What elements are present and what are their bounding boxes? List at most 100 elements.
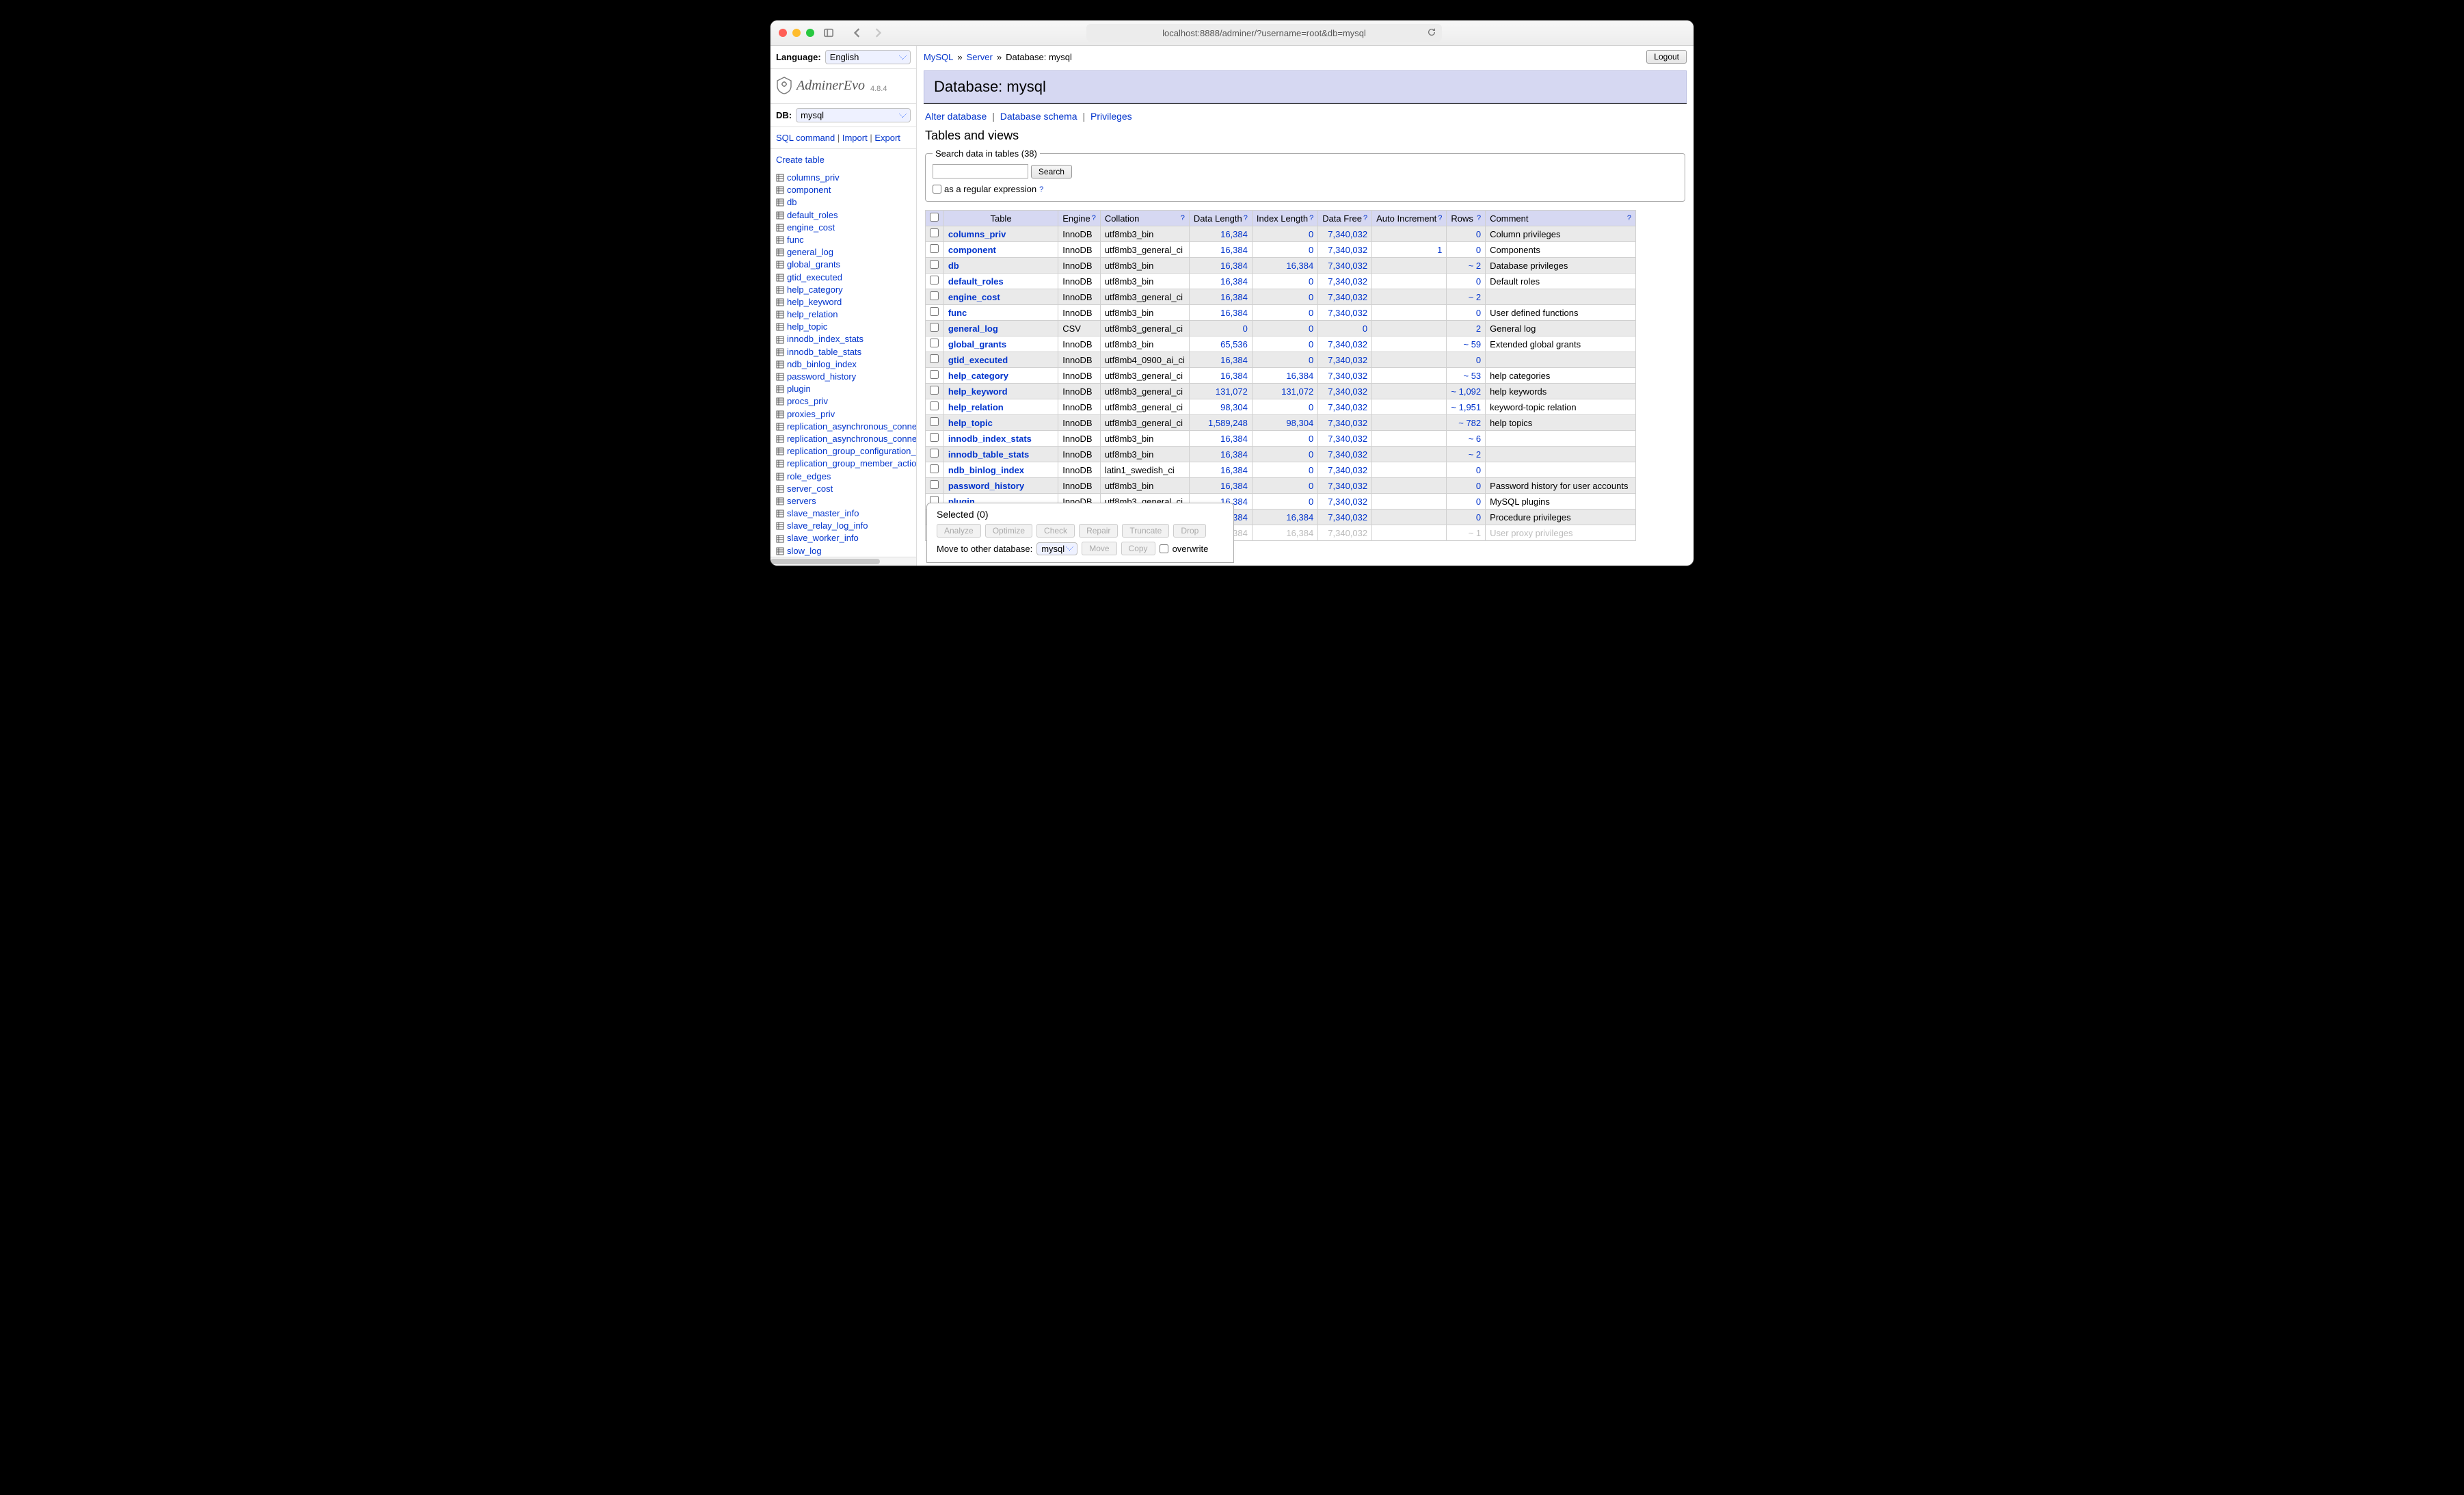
cell-rows[interactable]: ~ 1 [1447, 525, 1486, 541]
col-data-length[interactable]: Data Length [1194, 213, 1242, 224]
cell-auto-increment[interactable] [1372, 447, 1447, 462]
row-checkbox[interactable] [930, 370, 939, 379]
cell-auto-increment[interactable] [1372, 431, 1447, 447]
sidebar-table-link[interactable]: proxies_priv [787, 408, 835, 421]
cell-auto-increment[interactable] [1372, 462, 1447, 478]
sidebar-table-link[interactable]: server_cost [787, 483, 833, 495]
cell-auto-increment[interactable] [1372, 478, 1447, 494]
import-link[interactable]: Import [842, 133, 868, 143]
sidebar-table-item[interactable]: columns_priv [776, 172, 912, 184]
export-link[interactable]: Export [874, 133, 900, 143]
col-collation[interactable]: Collation [1105, 213, 1140, 224]
table-name-link[interactable]: innodb_index_stats [948, 434, 1032, 444]
cell-auto-increment[interactable] [1372, 399, 1447, 415]
reload-icon[interactable] [1427, 27, 1436, 39]
sidebar-horizontal-scrollbar[interactable] [771, 557, 916, 566]
cell-auto-increment[interactable] [1372, 274, 1447, 289]
sidebar-table-item[interactable]: engine_cost [776, 222, 912, 234]
search-input[interactable] [933, 164, 1028, 178]
row-checkbox[interactable] [930, 417, 939, 426]
cell-data-free[interactable]: 7,340,032 [1318, 525, 1372, 541]
create-table-link[interactable]: Create table [776, 155, 825, 165]
sidebar-table-link[interactable]: db [787, 196, 796, 209]
table-name-link[interactable]: func [948, 308, 967, 318]
sidebar-table-item[interactable]: default_roles [776, 209, 912, 222]
cell-index-length[interactable]: 0 [1252, 399, 1317, 415]
sidebar-table-link[interactable]: default_roles [787, 209, 838, 222]
row-checkbox[interactable] [930, 464, 939, 473]
sidebar-table-item[interactable]: proxies_priv [776, 408, 912, 421]
sidebar-table-link[interactable]: password_history [787, 371, 856, 383]
sidebar-table-item[interactable]: replication_asynchronous_connect [776, 421, 912, 433]
sidebar-table-link[interactable]: gtid_executed [787, 272, 842, 284]
sidebar-table-link[interactable]: ndb_binlog_index [787, 358, 857, 371]
cell-index-length[interactable]: 0 [1252, 321, 1317, 336]
cell-data-length[interactable]: 16,384 [1189, 368, 1252, 384]
cell-auto-increment[interactable] [1372, 384, 1447, 399]
table-name-link[interactable]: default_roles [948, 276, 1004, 287]
cell-index-length[interactable]: 0 [1252, 305, 1317, 321]
col-engine[interactable]: Engine [1062, 213, 1090, 224]
cell-index-length[interactable]: 0 [1252, 242, 1317, 258]
sidebar-table-link[interactable]: plugin [787, 383, 811, 395]
sidebar-table-list[interactable]: columns_privcomponentdbdefault_rolesengi… [771, 170, 916, 557]
cell-data-length[interactable]: 16,384 [1189, 478, 1252, 494]
cell-data-free[interactable]: 7,340,032 [1318, 431, 1372, 447]
row-checkbox[interactable] [930, 276, 939, 285]
cell-auto-increment[interactable] [1372, 368, 1447, 384]
cell-data-length[interactable]: 16,384 [1189, 242, 1252, 258]
cell-auto-increment[interactable] [1372, 226, 1447, 242]
cell-data-length[interactable]: 16,384 [1189, 274, 1252, 289]
row-checkbox[interactable] [930, 480, 939, 489]
col-table[interactable]: Table [990, 213, 1011, 224]
cell-rows[interactable]: ~ 782 [1447, 415, 1486, 431]
sidebar-table-item[interactable]: general_log [776, 246, 912, 259]
breadcrumb-server[interactable]: Server [967, 52, 993, 62]
table-name-link[interactable]: general_log [948, 323, 998, 334]
cell-index-length[interactable]: 16,384 [1252, 525, 1317, 541]
sidebar-table-item[interactable]: gtid_executed [776, 272, 912, 284]
sidebar-table-link[interactable]: help_topic [787, 321, 827, 333]
sidebar-table-item[interactable]: func [776, 234, 912, 246]
help-icon[interactable]: ? [1309, 214, 1313, 222]
sidebar-table-item[interactable]: innodb_index_stats [776, 333, 912, 345]
sql-command-link[interactable]: SQL command [776, 133, 835, 143]
close-window-icon[interactable] [779, 29, 787, 37]
sidebar-table-item[interactable]: component [776, 184, 912, 196]
cell-data-length[interactable]: 1,589,248 [1189, 415, 1252, 431]
database-schema-link[interactable]: Database schema [1000, 111, 1077, 122]
table-name-link[interactable]: gtid_executed [948, 355, 1008, 365]
cell-index-length[interactable]: 0 [1252, 274, 1317, 289]
cell-data-free[interactable]: 7,340,032 [1318, 399, 1372, 415]
sidebar-table-item[interactable]: help_relation [776, 308, 912, 321]
cell-index-length[interactable]: 0 [1252, 447, 1317, 462]
zoom-window-icon[interactable] [806, 29, 814, 37]
cell-index-length[interactable]: 98,304 [1252, 415, 1317, 431]
alter-database-link[interactable]: Alter database [925, 111, 987, 122]
overwrite-checkbox[interactable] [1160, 544, 1168, 553]
cell-data-free[interactable]: 7,340,032 [1318, 384, 1372, 399]
row-checkbox[interactable] [930, 433, 939, 442]
analyze-button[interactable]: Analyze [937, 524, 981, 538]
cell-index-length[interactable]: 16,384 [1252, 368, 1317, 384]
row-checkbox[interactable] [930, 449, 939, 458]
cell-data-free[interactable]: 7,340,032 [1318, 336, 1372, 352]
row-checkbox[interactable] [930, 260, 939, 269]
cell-rows[interactable]: 0 [1447, 226, 1486, 242]
cell-rows[interactable]: 0 [1447, 494, 1486, 510]
sidebar-table-link[interactable]: help_relation [787, 308, 838, 321]
sidebar-table-link[interactable]: help_category [787, 284, 843, 296]
cell-data-free[interactable]: 7,340,032 [1318, 305, 1372, 321]
check-button[interactable]: Check [1036, 524, 1075, 538]
sidebar-table-link[interactable]: innodb_table_stats [787, 346, 861, 358]
cell-index-length[interactable]: 0 [1252, 494, 1317, 510]
help-icon[interactable]: ? [1092, 214, 1096, 222]
cell-auto-increment[interactable] [1372, 510, 1447, 525]
select-all-checkbox[interactable] [930, 213, 939, 222]
sidebar-table-item[interactable]: db [776, 196, 912, 209]
table-name-link[interactable]: help_relation [948, 402, 1004, 412]
cell-auto-increment[interactable] [1372, 352, 1447, 368]
sidebar-table-link[interactable]: slow_log [787, 545, 822, 557]
minimize-window-icon[interactable] [792, 29, 801, 37]
cell-auto-increment[interactable] [1372, 321, 1447, 336]
